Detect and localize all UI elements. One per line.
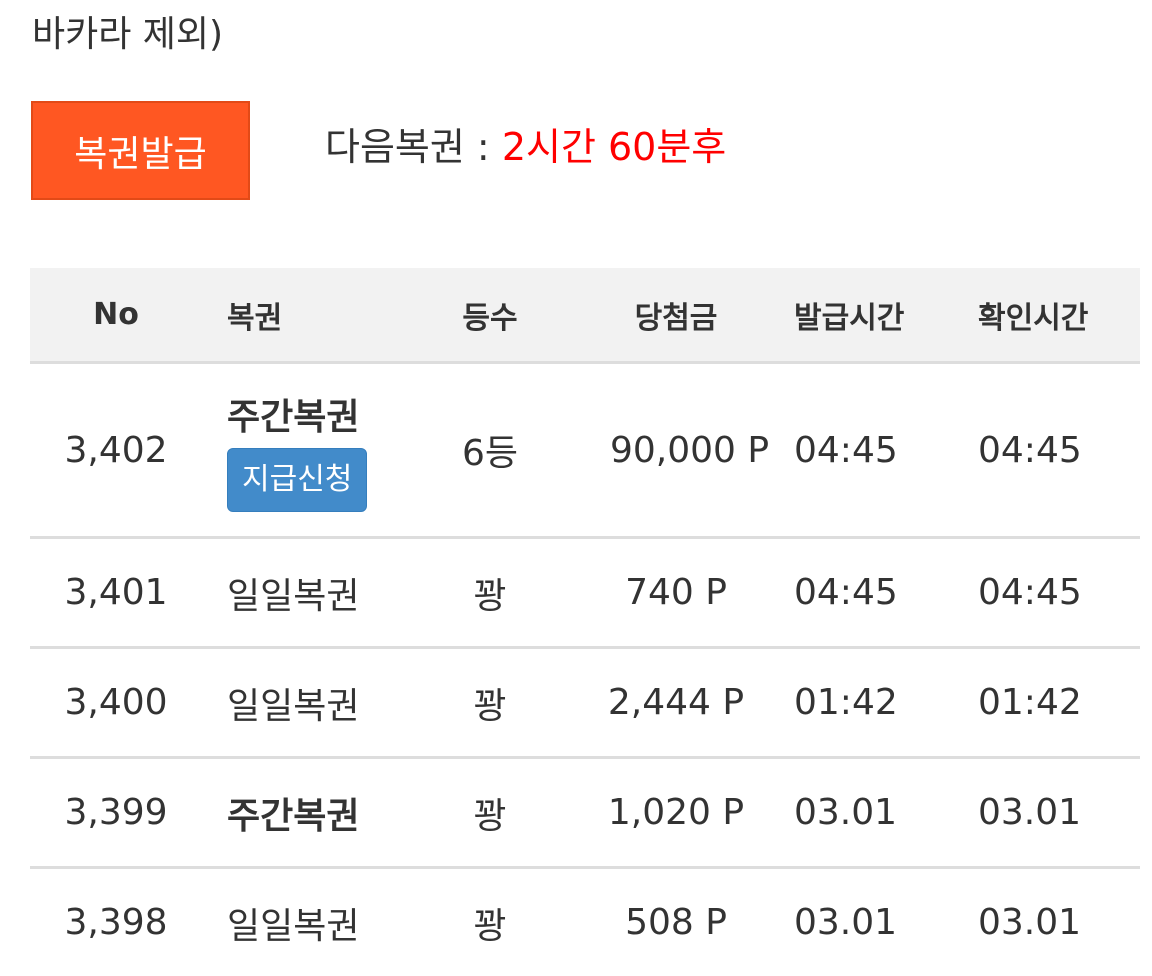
row-no: 3,401	[64, 572, 168, 613]
table-row: 3,399 주간복권 꽝 1,020 P 03.01 03.01	[30, 759, 1140, 869]
next-ticket-label: 다음복권 :	[325, 125, 502, 169]
ticket-stack: 주간복권 지급신청	[227, 388, 368, 512]
row-prize: 90,000 P	[610, 429, 770, 471]
row-issued-time: 04:45	[794, 572, 898, 613]
row-issued-time: 03.01	[794, 902, 898, 943]
header-checked-time: 확인시간	[978, 300, 1089, 336]
row-no: 3,402	[64, 429, 168, 471]
row-prize: 2,444 P	[607, 682, 745, 723]
row-issued-time: 03.01	[794, 792, 898, 833]
header-no: No	[93, 297, 139, 332]
header-prize: 당첨금	[634, 300, 718, 336]
claim-button[interactable]: 지급신청	[227, 448, 368, 512]
row-ticket: 주간복권	[227, 795, 360, 837]
row-no: 3,400	[64, 682, 168, 723]
row-ticket: 일일복권	[227, 575, 360, 617]
row-rank: 꽝	[473, 905, 507, 947]
issue-ticket-button[interactable]: 복권발급	[31, 101, 250, 200]
row-prize: 1,020 P	[607, 792, 745, 833]
row-rank: 꽝	[473, 575, 507, 617]
row-checked-time: 01:42	[978, 682, 1082, 723]
header-issued-time: 발급시간	[794, 300, 905, 336]
row-issued-time: 04:45	[794, 429, 898, 471]
table-row: 3,401 일일복권 꽝 740 P 04:45 04:45	[30, 539, 1140, 649]
row-no: 3,399	[64, 792, 168, 833]
row-checked-time: 04:45	[978, 572, 1082, 613]
row-rank: 꽝	[473, 685, 507, 727]
row-rank: 꽝	[473, 795, 507, 837]
next-ticket-info: 다음복권 : 2시간 60분후	[325, 121, 726, 173]
table-row: 3,400 일일복권 꽝 2,444 P 01:42 01:42	[30, 649, 1140, 759]
row-ticket: 주간복권	[227, 397, 360, 438]
table-row: 3,402 주간복권 지급신청 6등 90,000 P 04:45 04:45	[30, 364, 1140, 539]
row-prize: 508 P	[625, 902, 727, 943]
row-ticket-cell: 주간복권 지급신청	[227, 364, 368, 536]
row-issued-time: 01:42	[794, 682, 898, 723]
notice-text: 바카라 제외)	[32, 14, 224, 55]
table-row: 3,398 일일복권 꽝 508 P 03.01 03.01	[30, 869, 1140, 976]
row-rank: 6등	[461, 433, 519, 474]
header-ticket: 복권	[227, 300, 283, 336]
next-ticket-countdown: 2시간 60분후	[501, 125, 727, 169]
table-header: No 복권 등수 당첨금 발급시간 확인시간	[30, 268, 1140, 364]
row-prize: 740 P	[625, 572, 727, 613]
row-no: 3,398	[64, 902, 168, 943]
row-ticket: 일일복권	[227, 905, 360, 947]
header-rank: 등수	[462, 300, 518, 336]
ticket-table: No 복권 등수 당첨금 발급시간 확인시간 3,402 주간복권 지급신청 6…	[30, 268, 1140, 976]
row-checked-time: 04:45	[978, 429, 1082, 471]
row-ticket: 일일복권	[227, 685, 360, 727]
row-checked-time: 03.01	[978, 792, 1082, 833]
row-checked-time: 03.01	[978, 902, 1082, 943]
